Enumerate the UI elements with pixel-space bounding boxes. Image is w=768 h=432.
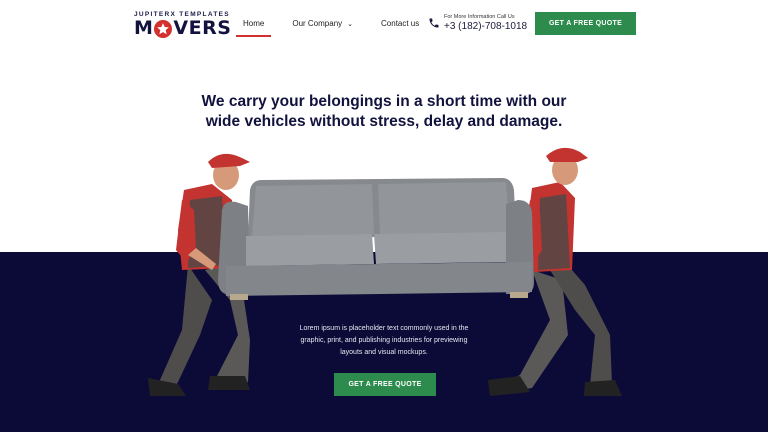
hero-quote-button[interactable]: GET A FREE QUOTE [334,373,436,396]
movers-sofa-illustration [148,147,622,396]
hero-description: Lorem ipsum is placeholder text commonly… [299,325,469,356]
sofa [218,178,534,300]
